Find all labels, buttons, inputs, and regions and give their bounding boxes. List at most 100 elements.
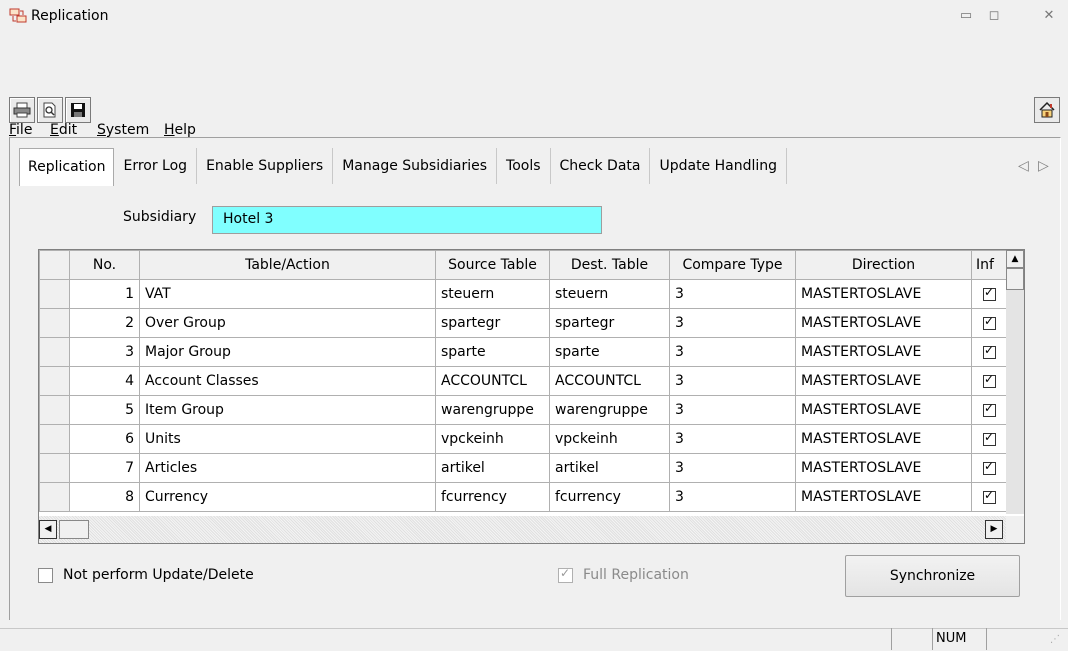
table-row[interactable]: 5 Item Group warengruppe warengruppe 3 MASTER… — [39, 395, 1014, 425]
tab-scroll-right-icon[interactable]: ▷ — [1038, 158, 1049, 174]
vertical-scrollbar[interactable]: ▲ — [1006, 250, 1024, 514]
cell-direction[interactable]: MASTERTOSLAVE — [795, 308, 972, 338]
cell-table-action[interactable]: Over Group — [139, 308, 436, 338]
inf-checkbox[interactable] — [983, 488, 996, 504]
row-indicator[interactable] — [39, 279, 70, 309]
table-row[interactable]: 8 Currency fcurrency fcurrency 3 MASTERTOSLAV… — [39, 482, 1014, 512]
cell-direction[interactable]: MASTERTOSLAVE — [795, 366, 972, 396]
cell-compare-type[interactable]: 3 — [669, 424, 796, 454]
print-button[interactable] — [9, 97, 35, 123]
cell-dest-table[interactable]: fcurrency — [549, 482, 670, 512]
cell-no[interactable]: 6 — [69, 424, 140, 454]
cell-compare-type[interactable]: 3 — [669, 337, 796, 367]
not-perform-checkbox[interactable] — [38, 567, 53, 583]
synchronize-button[interactable]: Synchronize — [845, 555, 1020, 597]
tab-enable-suppliers[interactable]: Enable Suppliers — [197, 148, 334, 184]
tab-check-data[interactable]: Check Data — [551, 148, 651, 184]
cell-table-action[interactable]: Account Classes — [139, 366, 436, 396]
cell-compare-type[interactable]: 3 — [669, 308, 796, 338]
inf-checkbox[interactable] — [983, 314, 996, 330]
inf-checkbox[interactable] — [983, 285, 996, 301]
cell-dest-table[interactable]: warengruppe — [549, 395, 670, 425]
table-row[interactable]: 1 VAT steuern steuern 3 MASTERTOSLAVE — [39, 279, 1014, 309]
table-row[interactable]: 3 Major Group sparte sparte 3 MASTERTOSLAVE — [39, 337, 1014, 367]
table-row[interactable]: 7 Articles artikel artikel 3 MASTERTOSLAVE — [39, 453, 1014, 483]
cell-direction[interactable]: MASTERTOSLAVE — [795, 395, 972, 425]
col-header-compare-type[interactable]: Compare Type — [669, 250, 796, 280]
col-header-dest-table[interactable]: Dest. Table — [549, 250, 670, 280]
inf-checkbox[interactable] — [983, 372, 996, 388]
row-indicator[interactable] — [39, 366, 70, 396]
vertical-scroll-thumb[interactable] — [1006, 268, 1024, 290]
save-button[interactable] — [65, 97, 91, 123]
tab-update-handling[interactable]: Update Handling — [650, 148, 788, 184]
not-perform-option[interactable]: Not perform Update/Delete — [38, 567, 254, 583]
col-header-source-table[interactable]: Source Table — [435, 250, 550, 280]
cell-source-table[interactable]: spartegr — [435, 308, 550, 338]
cell-compare-type[interactable]: 3 — [669, 395, 796, 425]
minimize-button[interactable]: ▭ — [957, 8, 975, 24]
cell-no[interactable]: 2 — [69, 308, 140, 338]
col-header-no[interactable]: No. — [69, 250, 140, 280]
cell-source-table[interactable]: vpckeinh — [435, 424, 550, 454]
cell-table-action[interactable]: Articles — [139, 453, 436, 483]
col-header-table-action[interactable]: Table/Action — [139, 250, 436, 280]
cell-source-table[interactable]: warengruppe — [435, 395, 550, 425]
row-indicator[interactable] — [39, 308, 70, 338]
cell-compare-type[interactable]: 3 — [669, 482, 796, 512]
home-button[interactable] — [1034, 97, 1060, 123]
tab-replication[interactable]: Replication — [19, 148, 115, 186]
cell-direction[interactable]: MASTERTOSLAVE — [795, 279, 972, 309]
scroll-right-icon[interactable]: ▶ — [985, 520, 1003, 539]
cell-direction[interactable]: MASTERTOSLAVE — [795, 482, 972, 512]
cell-compare-type[interactable]: 3 — [669, 279, 796, 309]
cell-dest-table[interactable]: spartegr — [549, 308, 670, 338]
inf-checkbox[interactable] — [983, 401, 996, 417]
menu-help[interactable]: Help — [164, 122, 196, 138]
cell-direction[interactable]: MASTERTOSLAVE — [795, 453, 972, 483]
cell-dest-table[interactable]: ACCOUNTCL — [549, 366, 670, 396]
cell-no[interactable]: 4 — [69, 366, 140, 396]
cell-compare-type[interactable]: 3 — [669, 453, 796, 483]
subsidiary-field[interactable]: Hotel 3 — [212, 206, 602, 234]
maximize-button[interactable]: ◻ — [985, 8, 1003, 24]
menu-system[interactable]: System — [97, 122, 149, 138]
cell-compare-type[interactable]: 3 — [669, 366, 796, 396]
row-indicator[interactable] — [39, 424, 70, 454]
inf-checkbox[interactable] — [983, 430, 996, 446]
cell-dest-table[interactable]: vpckeinh — [549, 424, 670, 454]
print-preview-button[interactable] — [37, 97, 63, 123]
table-row[interactable]: 6 Units vpckeinh vpckeinh 3 MASTERTOSLAVE — [39, 424, 1014, 454]
replication-grid[interactable]: No. Table/Action Source Table Dest. Tabl… — [38, 249, 1025, 544]
cell-source-table[interactable]: fcurrency — [435, 482, 550, 512]
row-indicator[interactable] — [39, 453, 70, 483]
inf-checkbox[interactable] — [983, 459, 996, 475]
cell-no[interactable]: 1 — [69, 279, 140, 309]
row-indicator[interactable] — [39, 395, 70, 425]
cell-no[interactable]: 8 — [69, 482, 140, 512]
cell-direction[interactable]: MASTERTOSLAVE — [795, 424, 972, 454]
cell-dest-table[interactable]: sparte — [549, 337, 670, 367]
cell-source-table[interactable]: ACCOUNTCL — [435, 366, 550, 396]
cell-source-table[interactable]: steuern — [435, 279, 550, 309]
cell-table-action[interactable]: VAT — [139, 279, 436, 309]
table-row[interactable]: 4 Account Classes ACCOUNTCL ACCOUNTCL 3 MASTE… — [39, 366, 1014, 396]
cell-table-action[interactable]: Units — [139, 424, 436, 454]
table-row[interactable]: 2 Over Group spartegr spartegr 3 MASTERTOSLAV… — [39, 308, 1014, 338]
row-indicator[interactable] — [39, 482, 70, 512]
cell-source-table[interactable]: artikel — [435, 453, 550, 483]
cell-no[interactable]: 5 — [69, 395, 140, 425]
tab-error-log[interactable]: Error Log — [114, 148, 198, 184]
horizontal-scrollbar[interactable]: ◀ ▶ — [39, 516, 1006, 543]
cell-source-table[interactable]: sparte — [435, 337, 550, 367]
cell-table-action[interactable]: Item Group — [139, 395, 436, 425]
scroll-left-icon[interactable]: ◀ — [39, 520, 57, 539]
col-header-direction[interactable]: Direction — [795, 250, 972, 280]
cell-dest-table[interactable]: artikel — [549, 453, 670, 483]
cell-no[interactable]: 7 — [69, 453, 140, 483]
inf-checkbox[interactable] — [983, 343, 996, 359]
scroll-up-icon[interactable]: ▲ — [1006, 250, 1024, 268]
cell-table-action[interactable]: Currency — [139, 482, 436, 512]
resize-grip-icon[interactable]: ⋰ — [1050, 634, 1060, 645]
cell-no[interactable]: 3 — [69, 337, 140, 367]
